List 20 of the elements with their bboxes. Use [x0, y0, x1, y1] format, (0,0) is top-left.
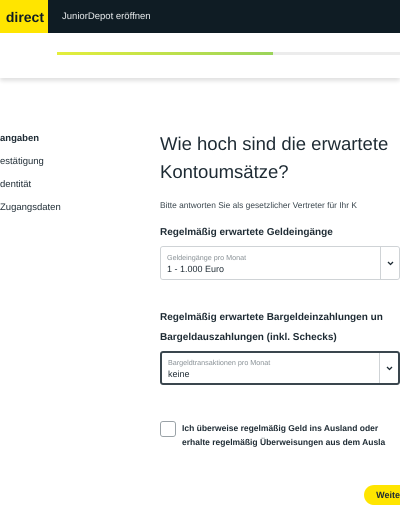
chevron-down-icon: [386, 366, 392, 370]
logo[interactable]: direct: [0, 0, 48, 33]
section-heading: Regelmäßig erwartete Geldeingänge: [160, 226, 334, 240]
section-heading: Bargeldauszahlungen (inkl. Schecks): [160, 331, 338, 345]
page-title: JuniorDepot eröffnen: [62, 11, 151, 22]
checkbox[interactable]: [160, 421, 176, 437]
chevron-down-icon: [386, 260, 394, 266]
step-item[interactable]: Zugangsdaten: [0, 201, 160, 214]
next-button[interactable]: Weite: [364, 485, 400, 505]
question-title: Kontoumsätze?: [160, 160, 290, 184]
field-value: keine: [168, 368, 191, 378]
step-item[interactable]: angaben: [0, 132, 160, 145]
field-value: 1 - 1.000 Euro: [167, 264, 226, 274]
intro-text: Bitte antworten Sie als gesetzlicher Vertreter für Ihr K: [160, 200, 358, 210]
section-heading: Regelmäßig erwartete Bargeldeinzahlungen un: [160, 311, 384, 325]
checkbox-label: erhalte regelmäßig Überweisungen aus dem Ausla: [182, 436, 386, 449]
checkbox-label: Ich überweise regelmäßig Geld ins Ausland oder: [182, 422, 380, 435]
question-title: Wie hoch sind die erwartete: [160, 132, 390, 156]
step-item[interactable]: estätigung: [0, 155, 160, 168]
step-item[interactable]: dentität: [0, 178, 160, 191]
